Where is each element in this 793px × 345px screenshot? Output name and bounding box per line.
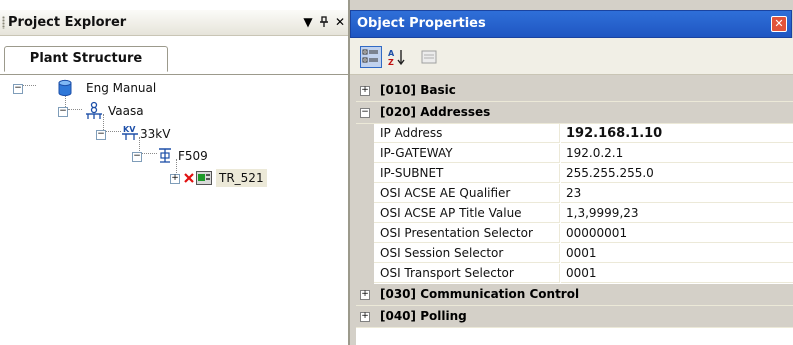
object-properties-title: Object Properties — [357, 16, 486, 31]
bay-icon — [157, 146, 173, 169]
property-value-input[interactable]: 0001 — [561, 264, 793, 283]
row-gutter — [356, 184, 374, 204]
property-row-osi-session-selector[interactable]: OSI Session Selector 0001 — [356, 244, 793, 264]
categorized-icon[interactable] — [360, 46, 382, 68]
collapse-toggle-icon[interactable]: − — [13, 84, 23, 94]
property-row-ip-subnet[interactable]: IP-SUBNET 255.255.255.0 — [356, 164, 793, 184]
ied-device-icon — [196, 171, 212, 190]
database-icon — [58, 79, 72, 102]
collapse-toggle-icon[interactable]: − — [360, 108, 370, 118]
property-row-osi-presentation-selector[interactable]: OSI Presentation Selector 00000001 — [356, 224, 793, 244]
property-pages-icon[interactable] — [418, 46, 440, 68]
category-label: [020] Addresses — [380, 105, 491, 119]
object-properties-toolbar: AZ — [350, 38, 793, 75]
property-row-osi-transport-selector[interactable]: OSI Transport Selector 0001 — [356, 264, 793, 284]
property-value-input[interactable]: 0001 — [561, 244, 793, 263]
expand-toggle-icon[interactable]: + — [360, 312, 370, 322]
pin-icon[interactable] — [316, 13, 332, 31]
property-name: IP-SUBNET — [374, 164, 560, 183]
dropdown-arrow-icon[interactable]: ▼ — [300, 13, 316, 31]
tree-node-33kv[interactable]: − KV 33kV — [0, 125, 200, 143]
collapse-toggle-icon[interactable]: − — [58, 107, 68, 117]
project-explorer-title: Project Explorer — [8, 15, 127, 30]
error-x-icon — [184, 169, 194, 192]
property-name: IP-GATEWAY — [374, 144, 560, 163]
tree-node-tr521[interactable]: + TR_521 — [0, 169, 300, 187]
property-name: IP Address — [374, 124, 560, 143]
category-label: [010] Basic — [380, 83, 456, 97]
row-gutter — [356, 224, 374, 244]
row-gutter — [356, 264, 374, 284]
property-name: OSI Transport Selector — [374, 264, 560, 283]
drag-grip-icon[interactable] — [2, 16, 5, 29]
property-name: OSI Session Selector — [374, 244, 560, 263]
close-icon[interactable]: ✕ — [332, 13, 348, 31]
category-polling[interactable]: + [040] Polling — [356, 306, 793, 328]
category-addresses[interactable]: − [020] Addresses — [356, 102, 793, 124]
collapse-toggle-icon[interactable]: − — [96, 130, 106, 140]
category-basic[interactable]: + [010] Basic — [356, 80, 793, 102]
substation-icon — [84, 101, 104, 126]
row-gutter — [356, 204, 374, 224]
tree-node-label: F509 — [178, 149, 208, 163]
tree-node-label: TR_521 — [216, 169, 267, 187]
collapse-toggle-icon[interactable]: − — [132, 152, 142, 162]
property-row-ip-address[interactable]: IP Address 192.168.1.10 — [356, 124, 793, 144]
plant-structure-tree: − Eng Manual − Vaasa − KV 33kV − F509 + … — [0, 75, 350, 345]
property-row-ip-gateway[interactable]: IP-GATEWAY 192.0.2.1 — [356, 144, 793, 164]
svg-text:Z: Z — [388, 58, 394, 67]
voltage-level-icon: KV — [121, 123, 139, 146]
property-name: OSI ACSE AE Qualifier — [374, 184, 560, 203]
property-row-osi-acse-ap-title-value[interactable]: OSI ACSE AP Title Value 1,3,9999,23 — [356, 204, 793, 224]
tab-plant-structure[interactable]: Plant Structure — [4, 46, 168, 72]
tree-node-eng-manual[interactable]: − Eng Manual — [0, 79, 200, 97]
expand-toggle-icon[interactable]: + — [360, 86, 370, 96]
tree-node-label: Eng Manual — [86, 81, 157, 95]
object-properties-panel: Object Properties ✕ AZ + [010] Basic − [… — [350, 0, 793, 345]
row-gutter — [356, 144, 374, 164]
alphabetical-sort-icon[interactable]: AZ — [386, 46, 408, 68]
project-explorer-tabstrip: Plant Structure — [0, 36, 350, 75]
tree-node-vaasa[interactable]: − Vaasa — [0, 101, 200, 120]
property-row-osi-acse-ae-qualifier[interactable]: OSI ACSE AE Qualifier 23 — [356, 184, 793, 204]
svg-text:A: A — [388, 49, 395, 58]
category-communication-control[interactable]: + [030] Communication Control — [356, 284, 793, 306]
tree-node-f509[interactable]: − F509 — [0, 147, 220, 165]
property-value-input[interactable]: 1,3,9999,23 — [561, 204, 793, 223]
row-gutter — [356, 124, 374, 144]
expand-toggle-icon[interactable]: + — [170, 174, 180, 184]
property-grid: + [010] Basic − [020] Addresses IP Addre… — [356, 80, 793, 345]
project-explorer-panel: Project Explorer ▼ ✕ Plant Structure − E… — [0, 0, 350, 345]
property-value-input[interactable]: 00000001 — [561, 224, 793, 243]
property-name: OSI ACSE AP Title Value — [374, 204, 560, 223]
property-name: OSI Presentation Selector — [374, 224, 560, 243]
tree-node-label: 33kV — [140, 127, 171, 141]
property-value-input[interactable]: 192.168.1.10 — [561, 124, 793, 143]
row-gutter — [356, 244, 374, 264]
category-label: [040] Polling — [380, 309, 467, 323]
property-value-input[interactable]: 255.255.255.0 — [561, 164, 793, 183]
svg-text:KV: KV — [123, 125, 136, 134]
property-value-input[interactable]: 23 — [561, 184, 793, 203]
row-gutter — [356, 164, 374, 184]
object-properties-header: Object Properties ✕ — [350, 10, 792, 38]
category-label: [030] Communication Control — [380, 287, 580, 301]
close-icon[interactable]: ✕ — [771, 16, 787, 32]
expand-toggle-icon[interactable]: + — [360, 290, 370, 300]
tree-node-label: Vaasa — [108, 104, 144, 118]
project-explorer-header: Project Explorer ▼ ✕ — [0, 10, 350, 36]
property-value-input[interactable]: 192.0.2.1 — [561, 144, 793, 163]
